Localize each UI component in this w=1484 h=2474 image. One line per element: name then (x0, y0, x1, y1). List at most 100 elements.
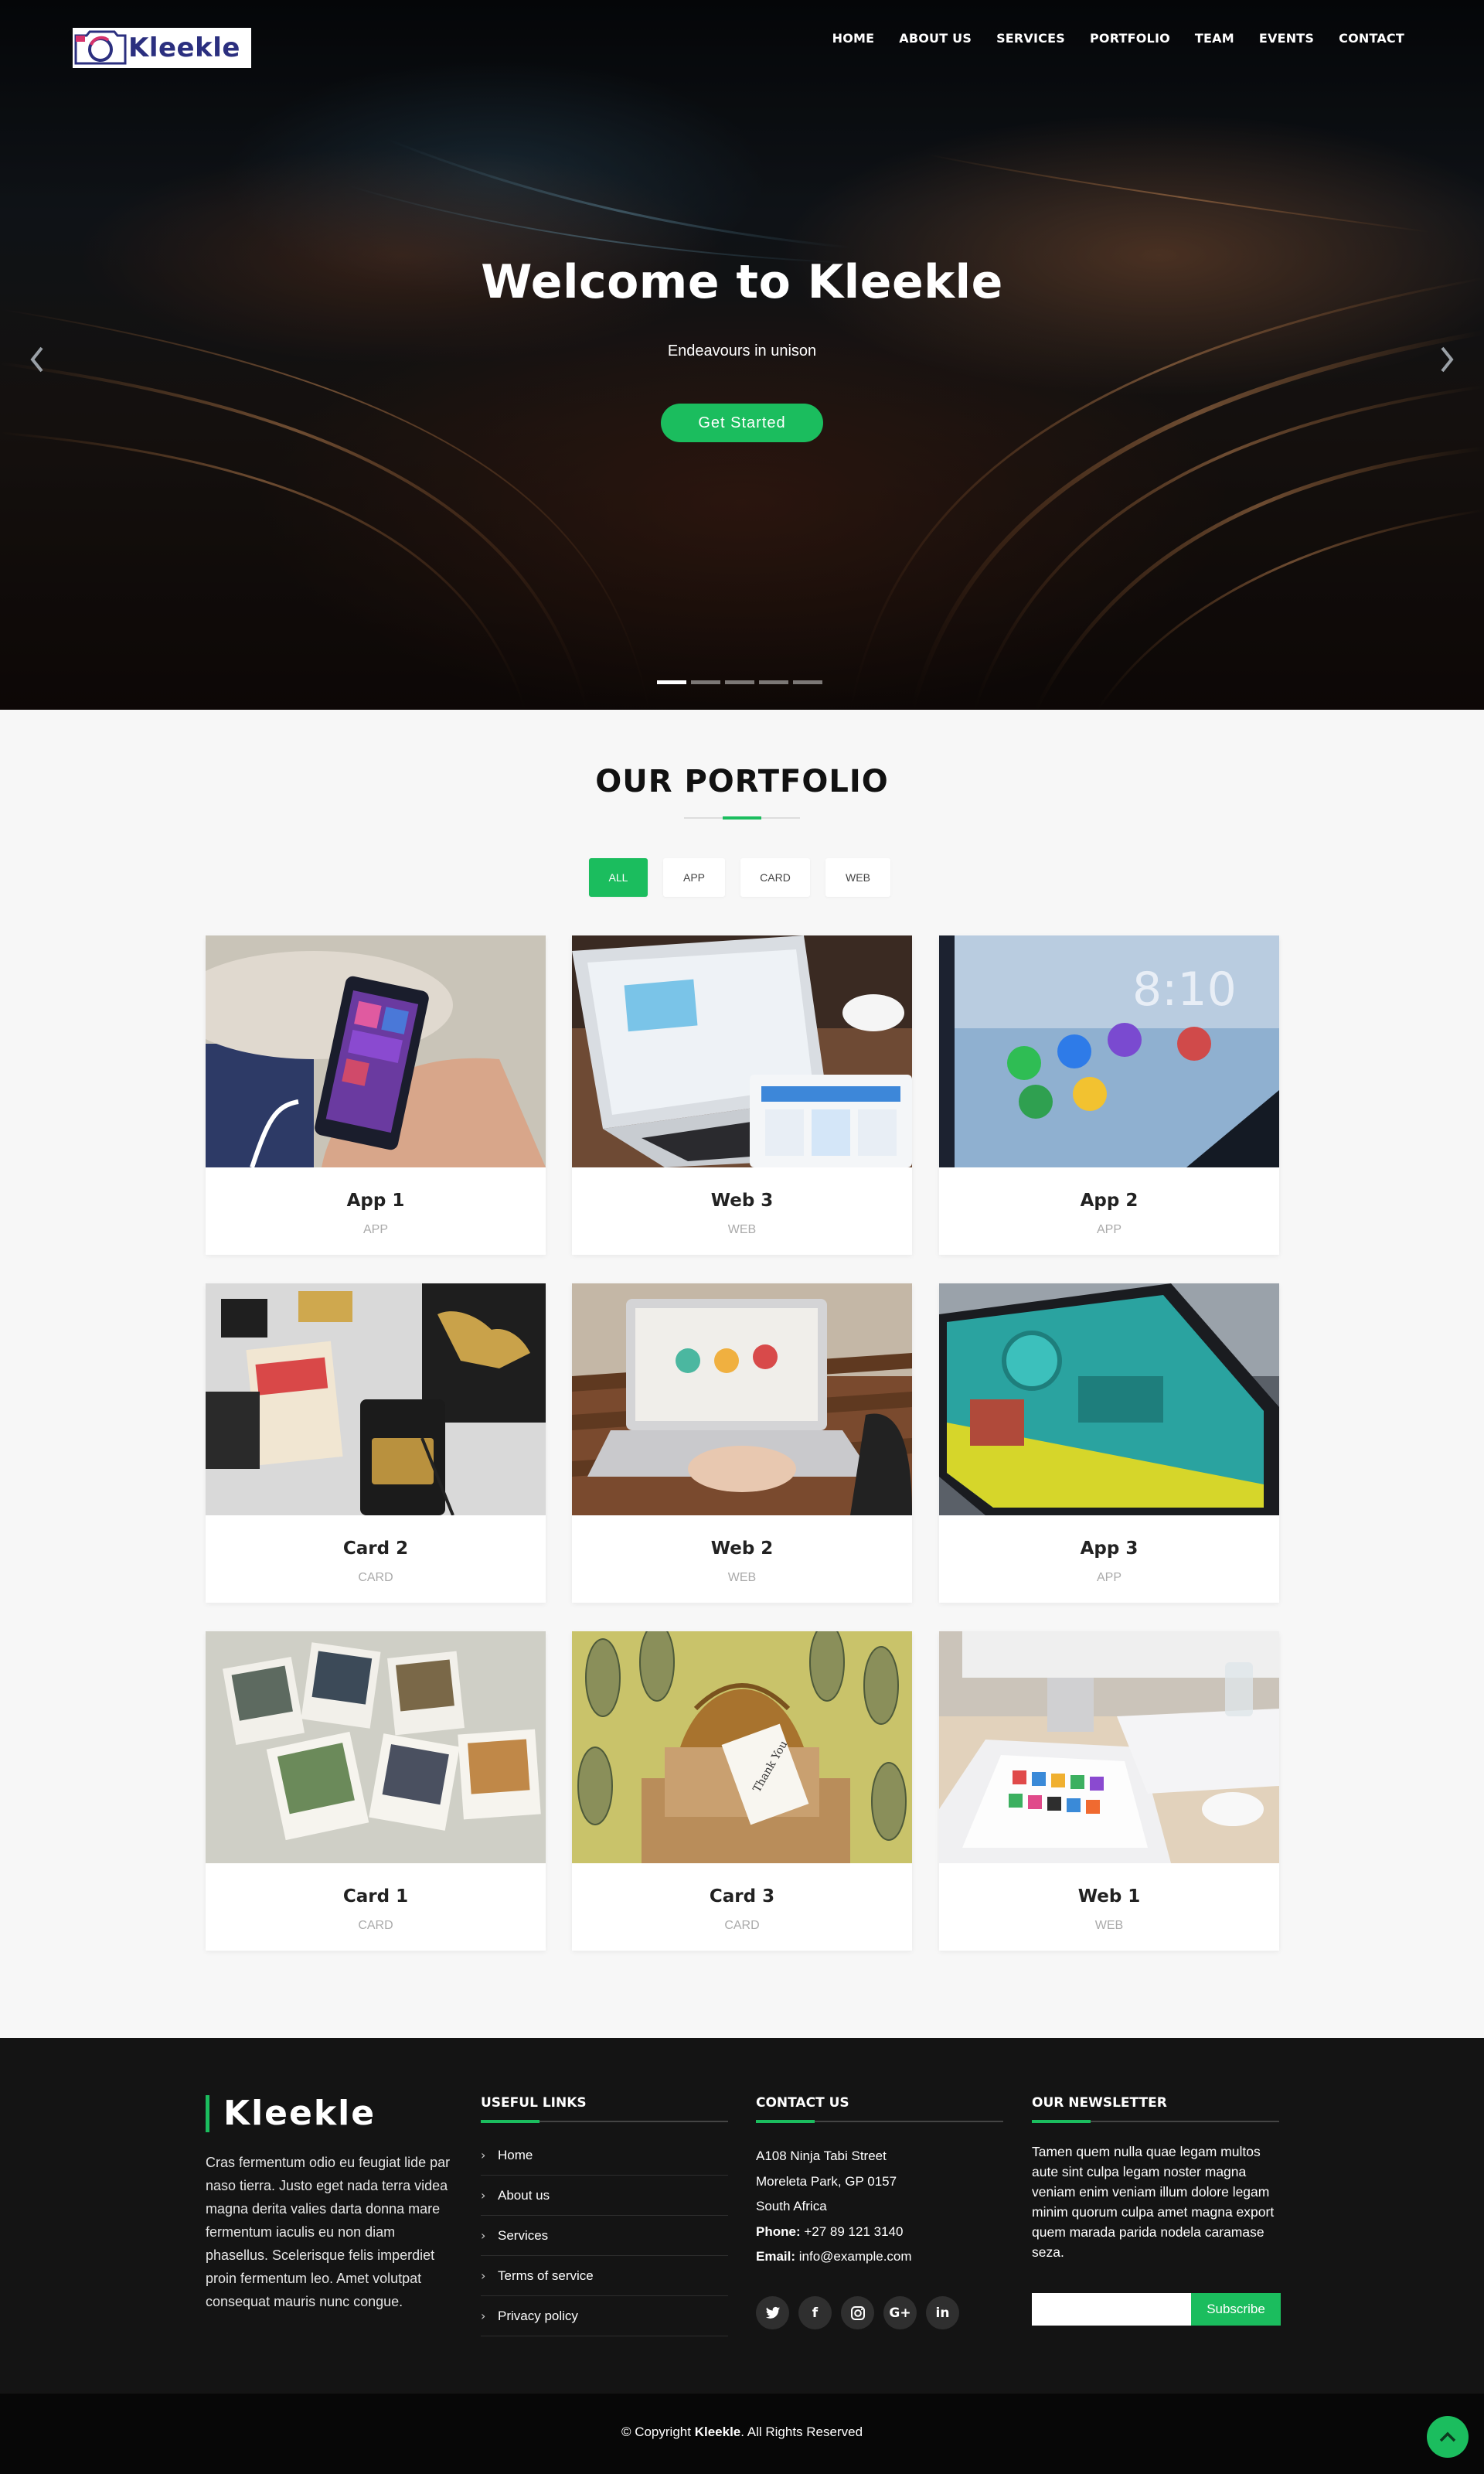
svg-text:8:10: 8:10 (1132, 963, 1237, 1017)
portfolio-item-title: App 3 (1080, 1539, 1139, 1559)
portfolio-image-web-3 (572, 935, 912, 1167)
copyright-text: © Copyright Kleekle. All Rights Reserved (0, 2425, 1484, 2440)
portfolio-item[interactable]: Thank You Card 3 CARD (572, 1631, 912, 1951)
linkedin-icon[interactable]: in (926, 2296, 959, 2329)
footer-contact-divider (756, 2120, 1003, 2123)
portfolio-item-category: APP (1096, 1223, 1122, 1236)
nav-contact[interactable]: CONTACT (1339, 31, 1404, 46)
hero-subtitle: Endeavours in unison (667, 342, 817, 360)
portfolio-image-card-3: Thank You (572, 1631, 912, 1863)
carousel-indicator[interactable] (793, 680, 822, 684)
footer-newsletter-heading: OUR NEWSLETTER (1032, 2095, 1167, 2111)
portfolio-item-title: Card 3 (709, 1886, 775, 1907)
footer-link-label: Terms of service (498, 2268, 594, 2283)
footer-about-text: Cras fermentum odio eu feugiat lide par … (206, 2155, 451, 2309)
footer-links: › Home › About us › Services › Terms of serv… (481, 2135, 728, 2336)
carousel-next-button[interactable] (1436, 340, 1459, 379)
portfolio-item[interactable]: Card 2 CARD (206, 1283, 546, 1603)
chevron-left-icon (30, 346, 43, 373)
portfolio-item-title: App 2 (1080, 1191, 1139, 1211)
contact-phone-value: +27 89 121 3140 (804, 2224, 904, 2239)
portfolio-image-web-2 (572, 1283, 912, 1515)
portfolio-item-category: APP (362, 1223, 388, 1236)
footer-link-label: Privacy policy (498, 2308, 578, 2323)
portfolio-image-web-1 (939, 1631, 1279, 1863)
footer-newsletter-divider (1032, 2120, 1279, 2123)
nav-team[interactable]: TEAM (1195, 31, 1234, 46)
contact-address-line: South Africa (756, 2199, 827, 2213)
title-divider-accent (723, 816, 761, 820)
main-nav: HOME ABOUT US SERVICES PORTFOLIO TEAM EV… (832, 31, 1404, 46)
newsletter-form: Subscribe (1032, 2293, 1281, 2326)
portfolio-item-category: WEB (727, 1223, 757, 1236)
carousel-indicator[interactable] (657, 680, 686, 684)
filter-all[interactable]: ALL (589, 858, 648, 897)
contact-phone-label: Phone: (756, 2224, 801, 2239)
subscribe-button[interactable]: Subscribe (1191, 2293, 1281, 2326)
nav-about-us[interactable]: ABOUT US (899, 31, 972, 46)
footer-brand: Kleekle (206, 2095, 376, 2132)
carousel-prev-button[interactable] (25, 340, 48, 379)
nav-events[interactable]: EVENTS (1259, 31, 1314, 46)
twitter-icon[interactable] (756, 2296, 789, 2329)
google-plus-icon[interactable]: G+ (883, 2296, 917, 2329)
footer-contact: A108 Ninja Tabi Street Moreleta Park, GP… (756, 2144, 912, 2270)
portfolio-item-title: Web 2 (710, 1539, 774, 1559)
nav-home[interactable]: HOME (832, 31, 875, 46)
filter-web[interactable]: WEB (825, 858, 890, 897)
portfolio-item[interactable]: App 3 APP (939, 1283, 1279, 1603)
portfolio-image-card-2 (206, 1283, 546, 1515)
instagram-icon[interactable] (841, 2296, 874, 2329)
portfolio-item-title: Web 3 (710, 1191, 774, 1211)
nav-portfolio[interactable]: PORTFOLIO (1090, 31, 1170, 46)
logo-text: Kleekle (128, 32, 240, 63)
contact-email-label: Email: (756, 2249, 796, 2264)
chevron-right-icon: › (481, 2268, 486, 2283)
footer-contact-heading: CONTACT US (756, 2095, 849, 2111)
portfolio-item[interactable]: Card 1 CARD (206, 1631, 546, 1951)
filter-card[interactable]: CARD (740, 858, 810, 897)
portfolio-item-title: Card 2 (342, 1539, 409, 1559)
contact-email-value[interactable]: info@example.com (799, 2249, 912, 2264)
nav-services[interactable]: SERVICES (996, 31, 1065, 46)
footer-link-home[interactable]: › Home (481, 2135, 728, 2176)
chevron-up-icon (1439, 2431, 1456, 2442)
footer-link-services[interactable]: › Services (481, 2216, 728, 2256)
hero-title: Welcome to Kleekle (481, 255, 1003, 309)
portfolio-item[interactable]: App 1 APP (206, 935, 546, 1255)
copyright-brand: Kleekle (694, 2425, 741, 2439)
get-started-button[interactable]: Get Started (661, 404, 823, 442)
chevron-right-icon: › (481, 2188, 486, 2203)
footer-link-label: About us (498, 2187, 550, 2203)
portfolio-item-category: WEB (1094, 1919, 1124, 1932)
facebook-icon[interactable]: f (798, 2296, 832, 2329)
contact-address-line: A108 Ninja Tabi Street (756, 2149, 887, 2163)
portfolio-image-app-1 (206, 935, 546, 1167)
portfolio-item-title: App 1 (346, 1191, 405, 1211)
carousel-indicator[interactable] (691, 680, 720, 684)
portfolio-item[interactable]: Web 3 WEB (572, 935, 912, 1255)
chevron-right-icon (1441, 346, 1454, 373)
footer-link-terms[interactable]: › Terms of service (481, 2256, 728, 2296)
chevron-right-icon: › (481, 2228, 486, 2243)
footer-link-about-us[interactable]: › About us (481, 2176, 728, 2216)
back-to-top-button[interactable] (1427, 2416, 1469, 2458)
portfolio-item-category: CARD (724, 1919, 760, 1932)
portfolio-image-app-2: 8:10 (939, 935, 1279, 1167)
portfolio-filters: ALL APP CARD WEB (589, 858, 890, 897)
portfolio-item-category: APP (1096, 1571, 1122, 1584)
carousel-indicator[interactable] (725, 680, 754, 684)
portfolio-item[interactable]: Web 1 WEB (939, 1631, 1279, 1951)
contact-phone: Phone: +27 89 121 3140 (756, 2220, 912, 2245)
footer-link-label: Home (498, 2147, 533, 2162)
portfolio-item[interactable]: Web 2 WEB (572, 1283, 912, 1603)
portfolio-item-category: CARD (358, 1571, 393, 1584)
chevron-right-icon: › (481, 2148, 486, 2162)
site-logo[interactable]: Kleekle (73, 28, 251, 68)
footer-link-privacy[interactable]: › Privacy policy (481, 2296, 728, 2336)
carousel-indicator[interactable] (759, 680, 788, 684)
filter-app[interactable]: APP (663, 858, 725, 897)
newsletter-email-input[interactable] (1032, 2293, 1191, 2326)
copyright-suffix: . All Rights Reserved (740, 2425, 863, 2439)
portfolio-item[interactable]: 8:10 App 2 APP (939, 935, 1279, 1255)
